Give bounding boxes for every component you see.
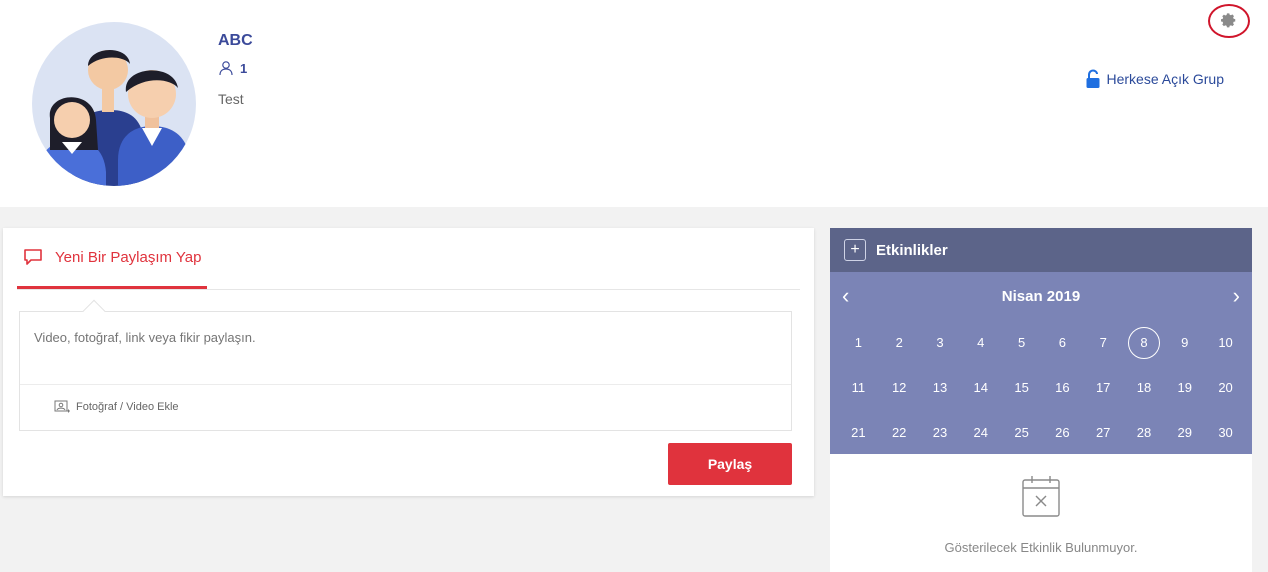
calendar-day[interactable]: 1 — [838, 320, 879, 365]
calendar-day-number: 28 — [1136, 425, 1152, 440]
member-count-value: 1 — [240, 60, 248, 76]
calendar-day-number: 14 — [973, 380, 989, 395]
events-empty-text: Gösterilecek Etkinlik Bulunmuyor. — [944, 540, 1138, 555]
calendar-day-number: 10 — [1218, 335, 1233, 350]
prev-month-button[interactable]: ‹ — [842, 285, 849, 307]
calendar-day[interactable]: 9 — [1164, 320, 1205, 365]
calendar-day-number: 22 — [891, 425, 907, 440]
calendar-day[interactable]: 29 — [1164, 410, 1205, 455]
calendar-day[interactable]: 11 — [838, 365, 879, 410]
content-area: Yeni Bir Paylaşım Yap Fotoğraf / Video E… — [0, 207, 1268, 572]
calendar-day[interactable]: 30 — [1205, 410, 1246, 455]
calendar-day-number: 13 — [932, 380, 948, 395]
calendar-day-number: 7 — [1099, 335, 1107, 350]
calendar-day-number: 20 — [1218, 380, 1233, 395]
calendar-day-number: 4 — [977, 335, 985, 350]
calendar-day[interactable]: 7 — [1083, 320, 1124, 365]
member-count[interactable]: 1 — [218, 60, 247, 76]
post-input[interactable] — [20, 312, 791, 384]
post-composer: Fotoğraf / Video Ekle — [19, 299, 792, 431]
calendar-day[interactable]: 27 — [1083, 410, 1124, 455]
calendar-day[interactable]: 18 — [1124, 365, 1165, 410]
events-header: + Etkinlikler — [830, 228, 1252, 272]
group-avatar — [32, 22, 196, 186]
calendar-day-number: 15 — [1014, 380, 1029, 395]
calendar-day-number: 24 — [973, 425, 989, 440]
calendar-day[interactable]: 14 — [960, 365, 1001, 410]
post-composer-card: Yeni Bir Paylaşım Yap Fotoğraf / Video E… — [3, 228, 814, 496]
comment-icon — [24, 249, 42, 265]
calendar-day[interactable]: 20 — [1205, 365, 1246, 410]
settings-button[interactable] — [1208, 4, 1250, 38]
calendar-day-number: 16 — [1055, 380, 1070, 395]
calendar-day-number: 2 — [895, 335, 903, 350]
calendar-grid: 1 2 3 4 5 6 7 8 9 10 11 12 13 14 15 16 17 18 19 20 21 22 23 24 2… — [838, 320, 1246, 455]
calendar-day[interactable]: 22 — [879, 410, 920, 455]
group-description: Test — [218, 91, 244, 107]
calendar-day[interactable]: 23 — [920, 410, 961, 455]
calendar-day-number: 27 — [1095, 425, 1111, 440]
calendar-day-number: 26 — [1055, 425, 1070, 440]
group-people-icon — [38, 49, 190, 186]
calendar-day[interactable]: 13 — [920, 365, 961, 410]
tab-divider — [17, 289, 800, 290]
tab-new-post[interactable]: Yeni Bir Paylaşım Yap — [17, 228, 208, 289]
next-month-button[interactable]: › — [1233, 285, 1240, 307]
calendar-day[interactable]: 3 — [920, 320, 961, 365]
calendar: ‹ Nisan 2019 › 1 2 3 4 5 6 7 8 9 10 11 12 13 14 15 16 17… — [830, 272, 1252, 454]
calendar-nav: ‹ Nisan 2019 › — [830, 272, 1252, 320]
calendar-x-icon — [1022, 476, 1060, 517]
calendar-day[interactable]: 15 — [1001, 365, 1042, 410]
calendar-day[interactable]: 6 — [1042, 320, 1083, 365]
calendar-day-number: 19 — [1177, 380, 1192, 395]
calendar-day-number: 23 — [932, 425, 948, 440]
calendar-day-number: 30 — [1218, 425, 1233, 440]
composer-divider — [20, 384, 791, 385]
calendar-day[interactable]: 2 — [879, 320, 920, 365]
calendar-month-title: Nisan 2019 — [1001, 287, 1081, 305]
lock-icon — [1086, 69, 1099, 88]
photo-icon — [54, 400, 70, 413]
settings-gear-icon — [1221, 13, 1236, 28]
calendar-day-number: 29 — [1177, 425, 1192, 440]
calendar-day-number: 25 — [1014, 425, 1029, 440]
add-media-label: Fotoğraf / Video Ekle — [76, 401, 179, 413]
share-button[interactable]: Paylaş — [668, 443, 792, 485]
calendar-day[interactable]: 12 — [879, 365, 920, 410]
calendar-day[interactable]: 28 — [1124, 410, 1165, 455]
calendar-day-number: 21 — [851, 425, 866, 440]
calendar-day[interactable]: 21 — [838, 410, 879, 455]
calendar-day-today[interactable]: 8 — [1124, 320, 1165, 365]
calendar-day[interactable]: 5 — [1001, 320, 1042, 365]
group-header: ABC 1 Test Herkese Açık Grup — [0, 0, 1268, 207]
calendar-day[interactable]: 25 — [1001, 410, 1042, 455]
calendar-day-number: 6 — [1058, 335, 1066, 350]
privacy-label: Herkese Açık Grup — [1106, 71, 1225, 87]
calendar-day[interactable]: 26 — [1042, 410, 1083, 455]
add-media-button[interactable]: Fotoğraf / Video Ekle — [54, 400, 179, 414]
user-icon — [219, 61, 233, 76]
calendar-day-number: 3 — [936, 335, 944, 350]
events-panel: + Etkinlikler ‹ Nisan 2019 › 1 2 3 4 5 6 7 8 9 10… — [830, 228, 1252, 572]
calendar-day-number: 1 — [854, 335, 863, 350]
calendar-day[interactable]: 16 — [1042, 365, 1083, 410]
calendar-day-number: 11 — [851, 380, 866, 395]
tab-new-post-label: Yeni Bir Paylaşım Yap — [55, 248, 202, 266]
calendar-day[interactable]: 17 — [1083, 365, 1124, 410]
add-event-button[interactable]: + — [844, 239, 866, 261]
calendar-day-number: 12 — [891, 380, 907, 395]
calendar-day[interactable]: 24 — [960, 410, 1001, 455]
privacy-status[interactable]: Herkese Açık Grup — [1085, 69, 1225, 89]
calendar-day-number: 5 — [1017, 335, 1026, 350]
calendar-day[interactable]: 19 — [1164, 365, 1205, 410]
group-name[interactable]: ABC — [218, 32, 253, 50]
calendar-day[interactable]: 4 — [960, 320, 1001, 365]
calendar-day-number: 9 — [1181, 335, 1189, 350]
calendar-day-number: 18 — [1136, 380, 1152, 395]
calendar-day-number: 8 — [1127, 326, 1160, 359]
events-empty-state: Gösterilecek Etkinlik Bulunmuyor. — [830, 454, 1252, 572]
calendar-day[interactable]: 10 — [1205, 320, 1246, 365]
calendar-day-number: 17 — [1095, 380, 1111, 395]
events-title: Etkinlikler — [876, 241, 948, 259]
